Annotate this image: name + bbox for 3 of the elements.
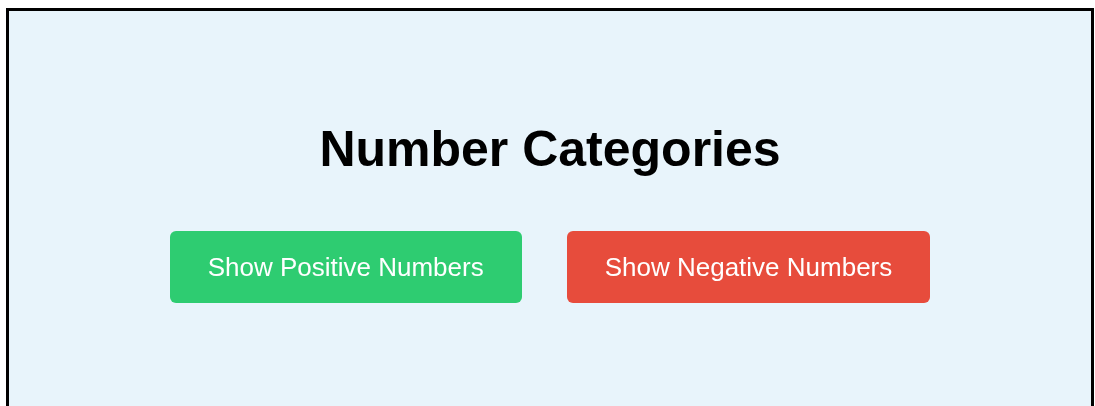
page-title: Number Categories xyxy=(319,120,781,179)
category-button[interactable]: Show Positive Numbers xyxy=(169,231,522,303)
category-button[interactable]: Show Negative Numbers xyxy=(566,231,931,303)
